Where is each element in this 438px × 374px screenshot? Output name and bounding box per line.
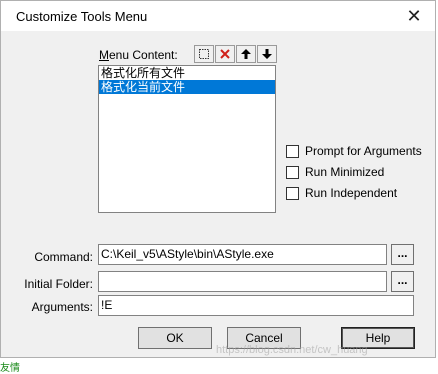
run-minimized-option[interactable]: Run Minimized [286,164,384,180]
menu-content-label-mnemonic: M [99,48,109,62]
new-item-icon [199,49,209,59]
run-minimized-checkbox[interactable] [286,165,299,179]
prompt-arguments-label: Prompt for Arguments [305,144,422,158]
initial-folder-browse-button[interactable]: ... [391,271,414,292]
run-independent-option[interactable]: Run Independent [286,185,397,201]
ok-button[interactable]: OK [138,327,212,349]
list-item-selected[interactable]: 格式化当前文件 [99,80,275,94]
list-item[interactable]: 格式化所有文件 [99,66,275,80]
prompt-arguments-option[interactable]: Prompt for Arguments [286,143,422,159]
title-bar: Customize Tools Menu ✕ [1,1,435,31]
watermark: https://blog.csdn.net/cw_huang [216,344,368,356]
initial-folder-label: Initial Folder: [24,277,93,291]
new-item-button[interactable] [194,45,214,63]
move-down-button[interactable] [257,45,277,63]
run-minimized-label: Run Minimized [305,165,385,179]
move-up-button[interactable] [236,45,256,63]
menu-content-header: Menu Content: [98,45,277,64]
command-label: Command: [34,250,93,264]
command-input[interactable]: C:\Keil_v5\AStyle\bin\AStyle.exe [98,244,387,265]
dialog-title: Customize Tools Menu [16,9,148,24]
initial-folder-input[interactable] [98,271,387,292]
delete-icon [220,49,230,59]
close-button[interactable]: ✕ [399,3,429,29]
customize-tools-dialog: Customize Tools Menu ✕ Menu Content: 格式化… [0,0,436,358]
arguments-label: Arguments: [31,300,93,314]
menu-content-label: Menu Content: [99,48,178,62]
run-independent-label: Run Independent [305,186,398,200]
move-up-icon [241,49,251,59]
page-text-fragment: 友情 [0,363,20,374]
menu-content-list[interactable]: 格式化所有文件 格式化当前文件 [98,65,276,213]
arguments-input[interactable]: !E [98,295,414,316]
menu-content-label-rest: enu Content: [109,48,178,62]
run-independent-checkbox[interactable] [286,186,299,200]
delete-item-button[interactable] [215,45,235,63]
close-icon: ✕ [406,5,422,26]
prompt-arguments-checkbox[interactable] [286,144,299,158]
move-down-icon [262,49,272,59]
command-browse-button[interactable]: ... [391,244,414,265]
